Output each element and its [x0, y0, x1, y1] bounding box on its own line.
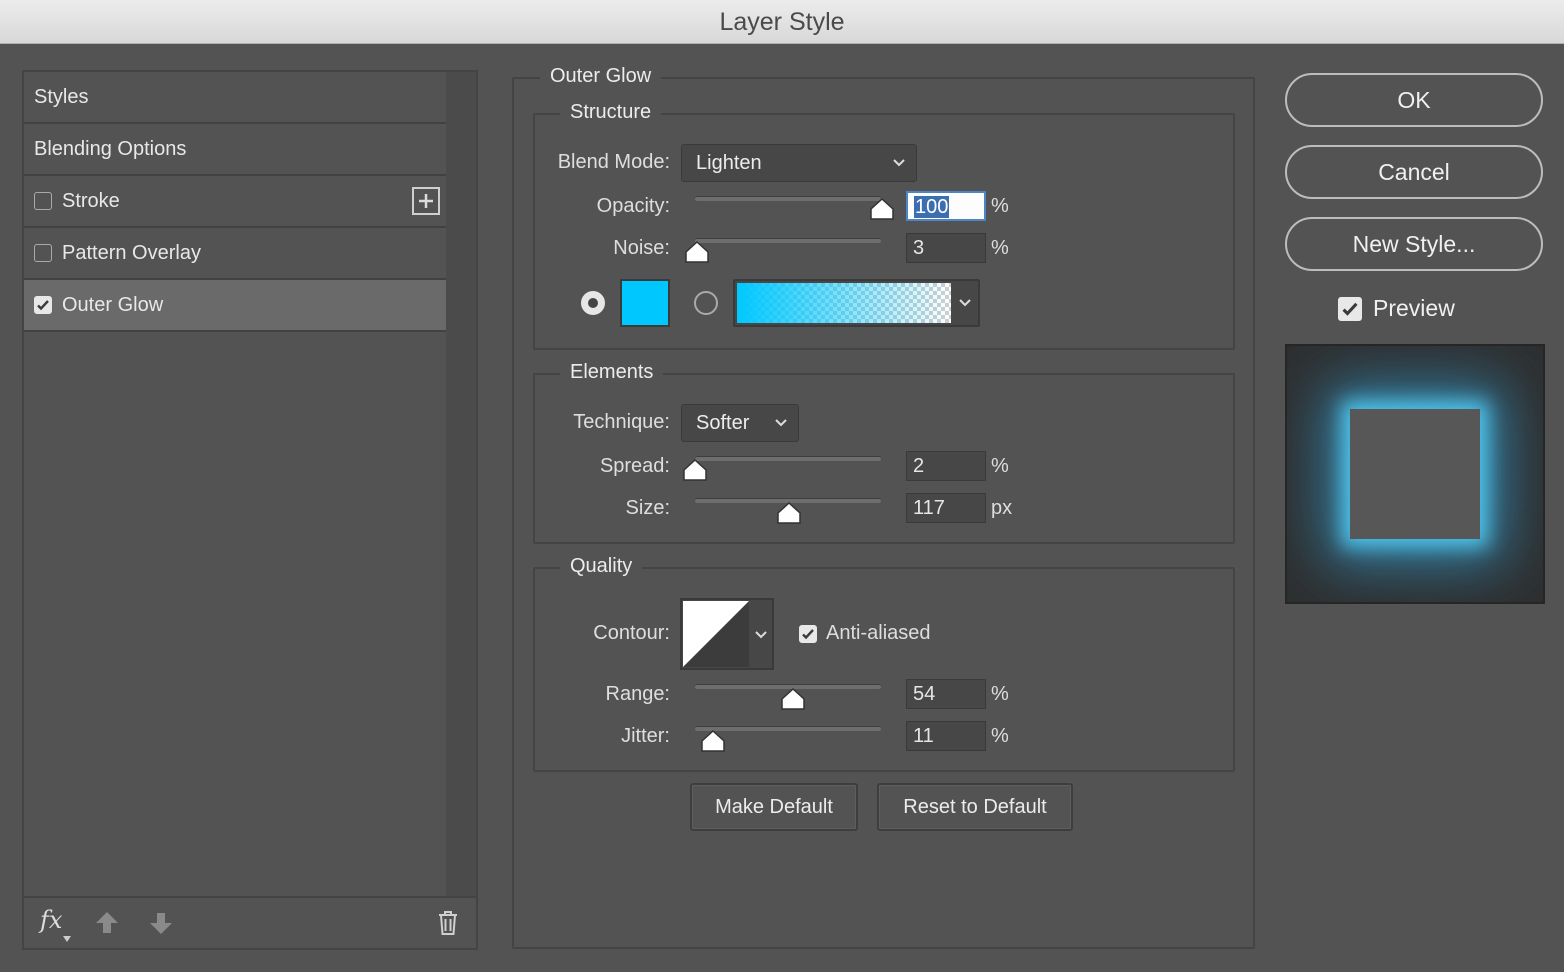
opacity-slider-thumb[interactable]	[869, 198, 895, 220]
blend-mode-value: Lighten	[696, 152, 762, 174]
size-unit: px	[991, 497, 1013, 519]
plus-icon	[419, 194, 433, 208]
technique-value: Softer	[696, 412, 750, 434]
outer-glow-section-title: Outer Glow	[540, 65, 662, 88]
contour-label: Contour:	[593, 622, 670, 644]
contour-picker[interactable]	[680, 598, 774, 670]
styles-list: Styles Blending Options Stroke Pattern O…	[24, 72, 446, 332]
blend-mode-dropdown[interactable]: Lighten	[681, 144, 917, 182]
fx-menu-button[interactable]: fx	[40, 906, 72, 942]
move-up-icon[interactable]	[94, 910, 120, 936]
size-input[interactable]: 117	[906, 493, 986, 523]
technique-dropdown[interactable]: Softer	[681, 404, 799, 442]
contour-preview-icon	[683, 601, 749, 667]
fx-label: fx	[40, 906, 63, 934]
gradient-picker[interactable]	[733, 279, 980, 327]
anti-aliased-label: Anti-aliased	[826, 622, 931, 644]
spread-slider-thumb[interactable]	[682, 459, 708, 481]
checkmark-icon	[1342, 302, 1358, 316]
fx-menu-icon	[63, 936, 72, 942]
styles-list-item-label: Styles	[34, 86, 89, 108]
noise-unit: %	[991, 237, 1009, 259]
preview-label: Preview	[1373, 295, 1455, 321]
opacity-unit: %	[991, 195, 1009, 217]
solid-color-radio[interactable]	[581, 291, 605, 315]
styles-list-item-stroke[interactable]: Stroke	[24, 176, 446, 228]
preview-layer-shape	[1350, 409, 1480, 539]
stroke-checkbox[interactable]	[34, 192, 52, 210]
noise-slider[interactable]	[695, 238, 881, 243]
quality-title: Quality	[560, 555, 643, 578]
size-value: 117	[913, 497, 945, 519]
outer-glow-checkbox[interactable]	[34, 296, 52, 314]
noise-slider-thumb[interactable]	[684, 241, 710, 263]
chevron-down-icon	[775, 419, 787, 427]
anti-aliased-checkbox[interactable]	[799, 625, 817, 643]
range-unit: %	[991, 683, 1009, 705]
trash-icon[interactable]	[436, 910, 460, 936]
new-style-button[interactable]: New Style...	[1285, 217, 1543, 271]
glow-color-swatch[interactable]	[620, 279, 670, 327]
gradient-radio[interactable]	[694, 291, 718, 315]
range-value: 54	[913, 683, 936, 705]
jitter-slider-thumb[interactable]	[700, 730, 726, 752]
noise-label: Noise:	[613, 237, 670, 259]
gradient-preview	[737, 283, 951, 323]
noise-input[interactable]: 3	[906, 233, 986, 263]
pattern-overlay-checkbox[interactable]	[34, 244, 52, 262]
checkmark-icon	[802, 629, 814, 640]
noise-value: 3	[913, 237, 925, 259]
chevron-down-icon	[893, 159, 905, 167]
spread-slider[interactable]	[695, 456, 881, 461]
elements-title: Elements	[560, 361, 664, 384]
window-title: Layer Style	[0, 0, 1564, 44]
preview-thumbnail	[1285, 344, 1545, 604]
spread-value: 2	[913, 455, 925, 477]
range-slider-thumb[interactable]	[780, 688, 806, 710]
opacity-slider[interactable]	[695, 196, 881, 201]
styles-list-item-styles[interactable]: Styles	[24, 72, 446, 124]
blend-mode-label: Blend Mode:	[557, 151, 670, 173]
styles-list-item-pattern-overlay[interactable]: Pattern Overlay	[24, 228, 446, 280]
size-label: Size:	[625, 497, 670, 519]
styles-list-footer: fx	[24, 896, 476, 948]
styles-list-panel: Styles Blending Options Stroke Pattern O…	[22, 70, 478, 950]
jitter-label: Jitter:	[621, 725, 670, 747]
checkmark-icon	[37, 300, 49, 311]
ok-button[interactable]: OK	[1285, 73, 1543, 127]
styles-list-scrollbar[interactable]	[446, 72, 476, 898]
opacity-value: 100	[914, 196, 950, 218]
chevron-down-icon	[959, 299, 971, 307]
preview-checkbox[interactable]	[1338, 297, 1362, 321]
styles-list-item-outer-glow[interactable]: Outer Glow	[24, 280, 446, 332]
opacity-input[interactable]: 100	[906, 191, 986, 221]
range-input[interactable]: 54	[906, 679, 986, 709]
spread-unit: %	[991, 455, 1009, 477]
styles-list-item-label: Blending Options	[34, 138, 187, 160]
jitter-value: 11	[913, 725, 934, 747]
add-stroke-button[interactable]	[412, 187, 440, 215]
styles-list-item-label: Pattern Overlay	[62, 242, 201, 264]
jitter-input[interactable]: 11	[906, 721, 986, 751]
jitter-unit: %	[991, 725, 1009, 747]
move-down-icon[interactable]	[148, 910, 174, 936]
spread-input[interactable]: 2	[906, 451, 986, 481]
range-label: Range:	[605, 683, 671, 705]
cancel-button[interactable]: Cancel	[1285, 145, 1543, 199]
size-slider-thumb[interactable]	[776, 502, 802, 524]
structure-title: Structure	[560, 101, 662, 124]
styles-list-item-label: Outer Glow	[62, 294, 164, 316]
reset-to-default-button[interactable]: Reset to Default	[877, 783, 1073, 831]
spread-label: Spread:	[599, 455, 670, 477]
opacity-label: Opacity:	[596, 195, 670, 217]
styles-list-item-blending-options[interactable]: Blending Options	[24, 124, 446, 176]
styles-list-item-label: Stroke	[62, 190, 120, 212]
chevron-down-icon	[755, 631, 767, 639]
make-default-button[interactable]: Make Default	[690, 783, 858, 831]
technique-label: Technique:	[573, 411, 670, 433]
